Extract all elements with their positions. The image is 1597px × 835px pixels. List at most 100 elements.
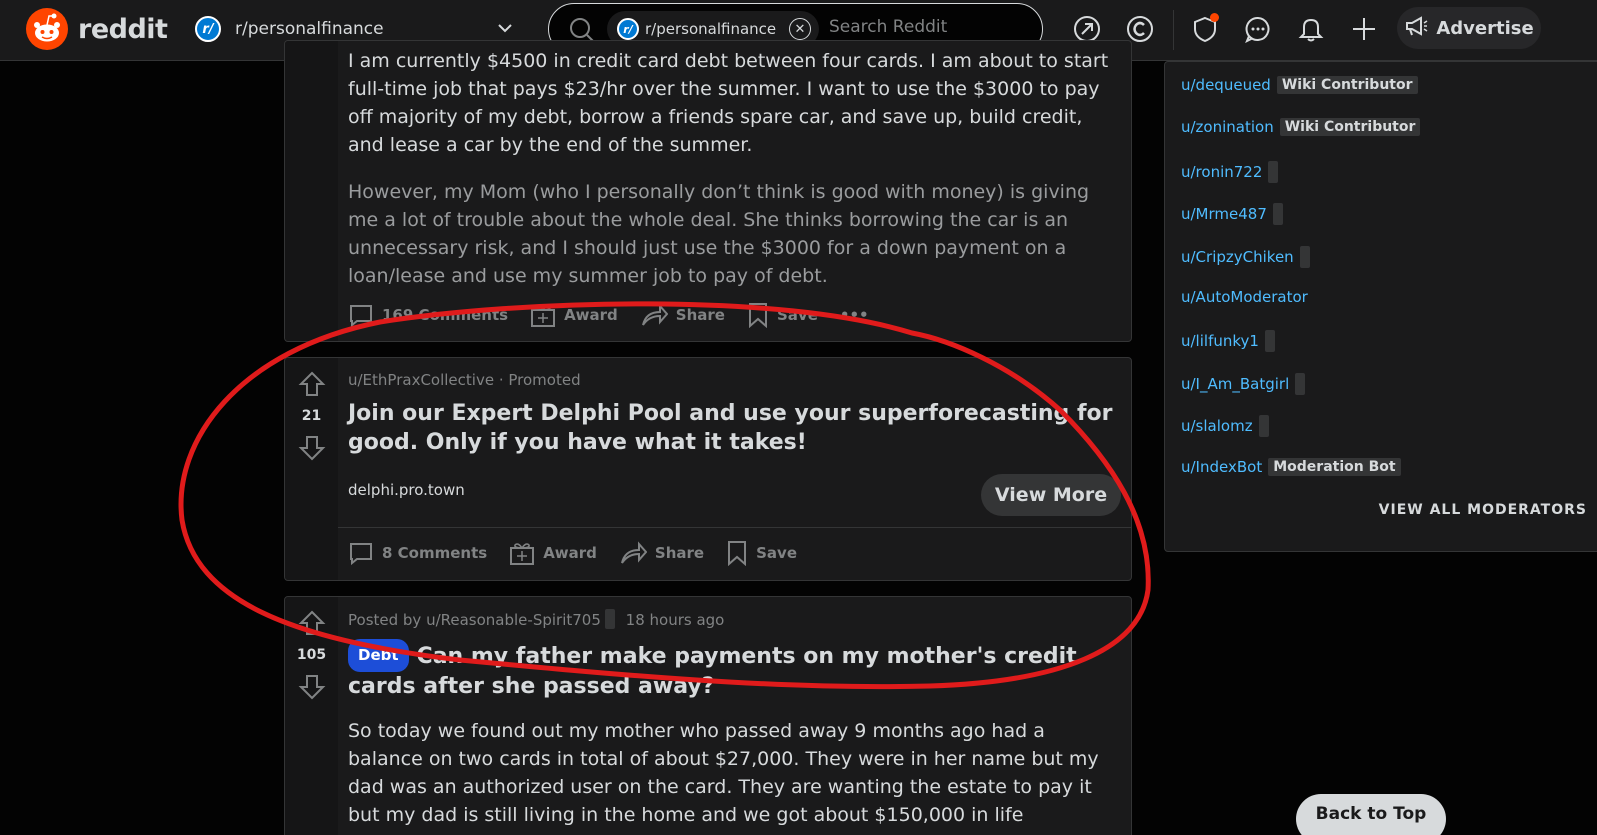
award-label: Award: [543, 544, 597, 562]
post-time: 18 hours ago: [625, 611, 725, 629]
moderator-item[interactable]: u/dequeued Wiki Contributor: [1181, 76, 1418, 94]
search-input[interactable]: [829, 17, 1029, 37]
reddit-logo[interactable]: reddit: [26, 8, 168, 50]
comment-icon: [350, 305, 372, 328]
post-body: Posted by u/Reasonable-Spirit705 18 hour…: [348, 609, 1119, 835]
comment-icon: [350, 543, 372, 566]
bookmark-icon: [728, 541, 747, 566]
comments-label: 169 Comments: [382, 306, 509, 324]
bookmark-icon: [748, 303, 767, 328]
moderator-item[interactable]: u/AutoModerator: [1181, 288, 1308, 306]
subreddit-icon: r/: [195, 16, 221, 42]
promoted-label: · Promoted: [498, 371, 581, 389]
award-label: Award: [564, 306, 618, 324]
create-post-icon[interactable]: [1348, 13, 1380, 45]
award-button[interactable]: Award: [509, 540, 597, 566]
award-icon: [510, 543, 535, 565]
advertise-button[interactable]: Advertise: [1397, 7, 1541, 49]
downvote-icon[interactable]: [298, 673, 326, 705]
moderator-item[interactable]: u/zonination Wiki Contributor: [1181, 118, 1421, 137]
post-title[interactable]: Join our Expert Delphi Pool and use your…: [348, 399, 1119, 457]
comments-button[interactable]: 8 Comments: [348, 540, 487, 566]
post-author[interactable]: Posted by u/Reasonable-Spirit705: [348, 611, 601, 629]
moderator-flair: [1272, 203, 1283, 226]
moderator-item[interactable]: u/ronin722: [1181, 160, 1279, 183]
moderator-flair: [1268, 160, 1279, 183]
save-label: Save: [776, 306, 818, 324]
vote-score: 105: [296, 647, 327, 663]
reddit-snoo-icon: [26, 8, 68, 50]
post-body-paragraph: full-time job that pays $23/hr over the …: [348, 78, 1100, 156]
moderator-item[interactable]: u/Mrme487: [1181, 203, 1283, 226]
advertise-icon: [1404, 15, 1428, 42]
share-button[interactable]: Share: [640, 302, 725, 328]
award-icon: [531, 305, 556, 327]
share-button[interactable]: Share: [619, 540, 704, 566]
moderator-name: u/zonination: [1181, 118, 1274, 137]
view-more-button[interactable]: View More: [981, 474, 1121, 516]
close-icon[interactable]: ✕: [789, 18, 811, 40]
moderator-name: u/slalomz: [1181, 417, 1253, 436]
moderator-flair: [1295, 372, 1306, 395]
mod-shield-icon[interactable]: [1189, 13, 1221, 45]
post-meta: Posted by u/Reasonable-Spirit705 18 hour…: [348, 609, 1119, 629]
notification-dot: [1210, 13, 1219, 22]
share-label: Share: [675, 306, 725, 324]
moderator-name: u/lilfunky1: [1181, 332, 1259, 351]
share-icon: [641, 303, 668, 326]
post-body-line: I am currently $4500 in credit card debt…: [348, 50, 1109, 72]
post-card[interactable]: I am currently $4500 in credit card debt…: [284, 40, 1132, 342]
vote-score: 21: [301, 408, 322, 424]
back-to-top-button[interactable]: Back to Top: [1296, 794, 1446, 835]
upvote-icon[interactable]: [298, 370, 326, 402]
moderator-item[interactable]: u/CripzyChiken: [1181, 245, 1310, 268]
post-actions: 8 Comments Award Share Save: [348, 540, 797, 566]
comments-label: 8 Comments: [382, 544, 488, 562]
subreddit-icon: r/: [617, 18, 639, 40]
moderators-widget: u/dequeued Wiki Contributor u/zonination Wi…: [1164, 61, 1597, 552]
moderator-name: u/dequeued: [1181, 76, 1271, 94]
post-body: I am currently $4500 in credit card debt…: [348, 47, 1119, 309]
header-divider: [1173, 10, 1174, 50]
post-body-paragraph: So today we found out my mother who pass…: [348, 720, 1099, 835]
promoted-post-card[interactable]: 21 u/EthPraxCollective · Promoted Join o…: [284, 357, 1132, 581]
moderator-name: u/AutoModerator: [1181, 288, 1308, 306]
downvote-icon[interactable]: [298, 434, 326, 466]
share-icon: [620, 541, 647, 564]
moderator-item[interactable]: u/lilfunky1: [1181, 330, 1275, 353]
vote-column: [285, 41, 338, 341]
post-flair[interactable]: Debt: [348, 639, 409, 672]
moderator-name: u/I_Am_Batgirl: [1181, 374, 1290, 393]
post-author[interactable]: u/EthPraxCollective: [348, 371, 494, 389]
moderator-name: u/ronin722: [1181, 162, 1263, 181]
save-button[interactable]: Save: [747, 302, 818, 328]
advertise-label: Advertise: [1436, 17, 1534, 39]
share-label: Share: [654, 544, 705, 562]
search-scope-label: r/personalfinance: [645, 20, 777, 38]
post-actions: 169 Comments Award Share Save •••: [348, 302, 869, 328]
moderator-name: u/Mrme487: [1181, 205, 1267, 224]
moderator-item[interactable]: u/I_Am_Batgirl: [1181, 372, 1306, 395]
post-card[interactable]: 105 Posted by u/Reasonable-Spirit705 18 …: [284, 596, 1132, 835]
post-body-paragraph: However, my Mom (who I personally don’t …: [348, 181, 1090, 287]
moderator-name: u/IndexBot: [1181, 457, 1263, 476]
view-all-moderators-link[interactable]: VIEW ALL MODERATORS: [1379, 502, 1587, 518]
moderator-flair: [1299, 245, 1310, 268]
notification-icon[interactable]: [1295, 13, 1327, 45]
community-name: r/personalfinance: [235, 19, 384, 39]
moderator-flair: [1264, 330, 1275, 353]
moderator-item[interactable]: u/slalomz: [1181, 415, 1269, 438]
save-button[interactable]: Save: [726, 540, 797, 566]
post-title-text: Can my father make payments on my mother…: [348, 644, 1077, 699]
post-title[interactable]: Debt Can my father make payments on my mo…: [348, 639, 1119, 701]
chat-icon[interactable]: [1242, 13, 1274, 45]
moderator-item[interactable]: u/IndexBot Moderation Bot: [1181, 457, 1401, 476]
moderator-flair: Wiki Contributor: [1276, 76, 1418, 94]
comments-button[interactable]: 169 Comments: [348, 302, 508, 328]
upvote-icon[interactable]: [298, 609, 326, 641]
chevron-down-icon: [495, 18, 515, 42]
divider: [338, 527, 1131, 528]
award-button[interactable]: Award: [530, 302, 618, 328]
more-options-icon[interactable]: •••: [840, 306, 869, 324]
logo-text: reddit: [78, 13, 168, 45]
